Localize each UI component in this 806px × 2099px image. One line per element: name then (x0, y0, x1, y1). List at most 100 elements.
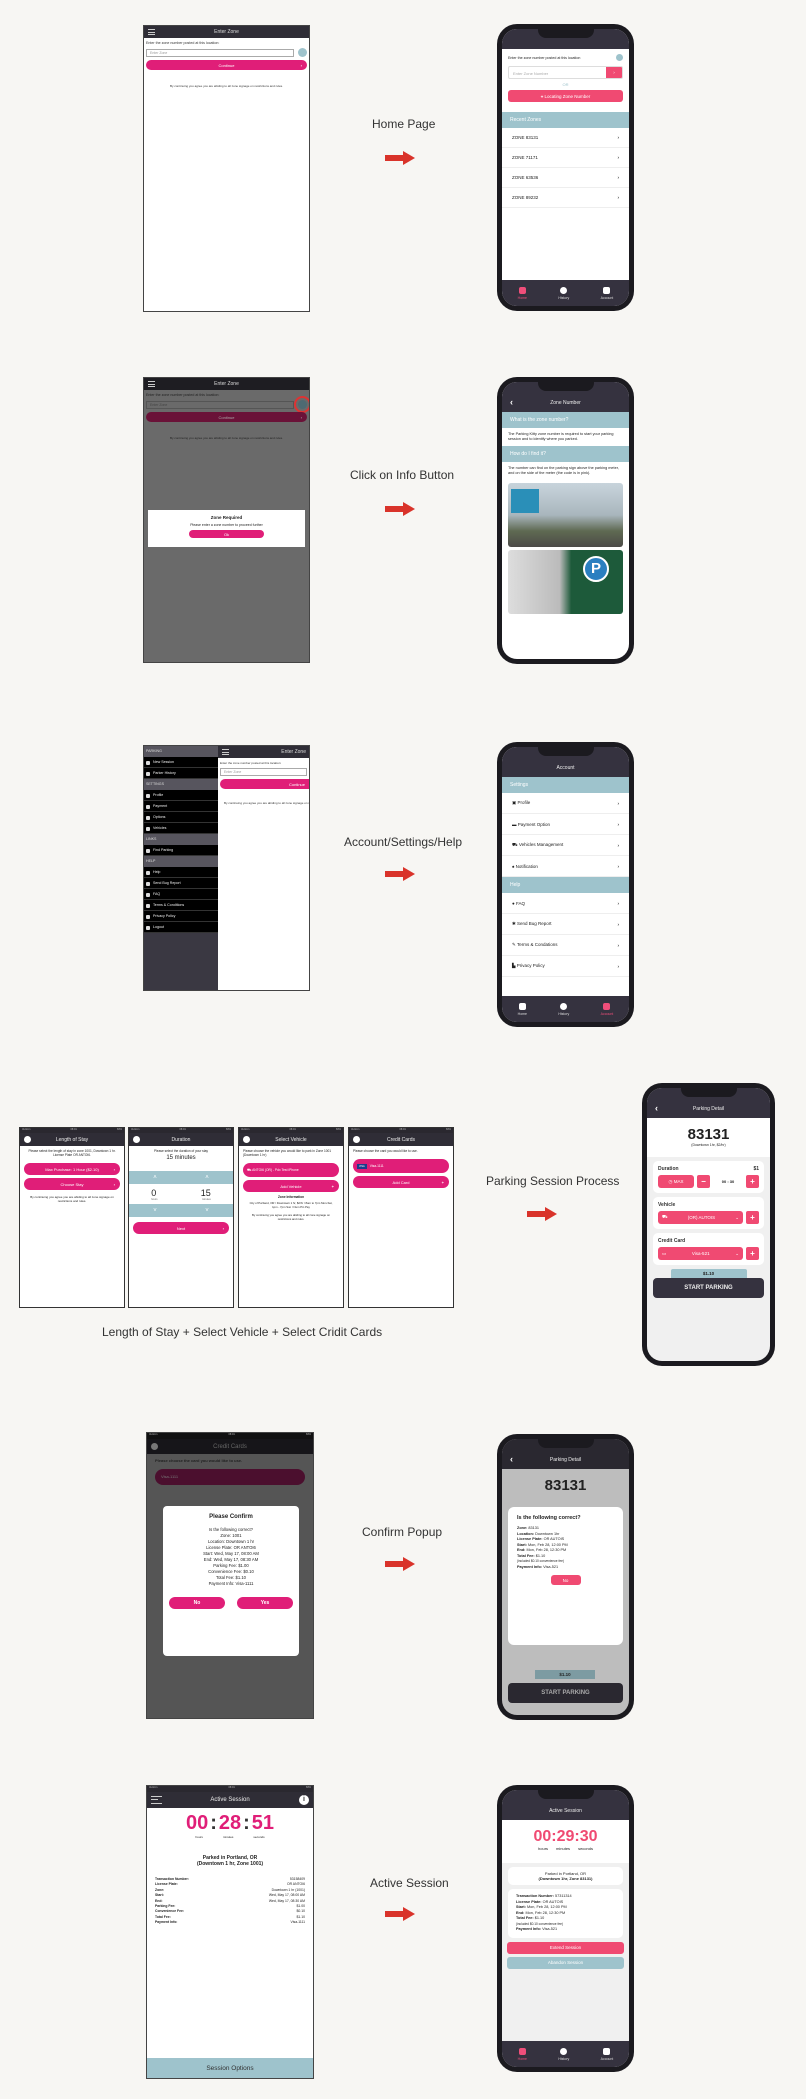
tab-history[interactable]: History (558, 2047, 569, 2061)
drawer-item[interactable]: Privacy Policy (144, 911, 218, 922)
vehicle-select[interactable]: ⛟ (OR) AUTOIS ⌄ (658, 1211, 743, 1224)
back-icon[interactable]: ‹ (655, 1103, 658, 1113)
max-button[interactable]: ◷ MAX (658, 1175, 694, 1188)
tab-label: Account (600, 1011, 614, 1016)
back-icon[interactable] (24, 1136, 31, 1143)
max-purchase-button[interactable]: Max Purchase: 1 Hour ($2.10) › (24, 1163, 120, 1175)
submit-zone-button[interactable]: › (606, 67, 622, 78)
start-parking-button[interactable]: START PARKING (508, 1683, 623, 1703)
tab-account[interactable]: Account (601, 286, 613, 300)
card-select[interactable]: ▭ Visa-521 ⌄ (658, 1247, 743, 1260)
tab-account[interactable]: Account (601, 2047, 613, 2061)
card-option[interactable]: Visa-1111 (155, 1469, 305, 1485)
drawer-item[interactable]: Profile (144, 790, 218, 801)
drawer-item[interactable]: Parker History (144, 768, 218, 779)
menu-icon[interactable] (222, 749, 229, 755)
back-icon[interactable] (133, 1136, 140, 1143)
session-options-button[interactable]: Session Options (147, 2058, 313, 2078)
zone-label: ZONE 63536 (512, 175, 539, 180)
info-icon[interactable] (298, 48, 307, 57)
back-icon[interactable] (151, 1443, 158, 1450)
drawer-item[interactable]: Options (144, 812, 218, 823)
no-button[interactable]: No (550, 1575, 581, 1585)
drawer-item[interactable]: Logout (144, 922, 218, 933)
tab-home[interactable]: Home (518, 2047, 527, 2061)
detail-label: License Plate: (517, 1537, 543, 1541)
drawer-item[interactable]: New Session (144, 757, 218, 768)
drawer-item[interactable]: Help (144, 867, 218, 878)
tab-home[interactable]: Home (518, 1002, 527, 1016)
duration-time: 00 : 30 (721, 1179, 735, 1184)
menu-icon[interactable] (148, 29, 155, 35)
ok-button[interactable]: Ok (189, 530, 264, 538)
next-button[interactable]: Next › (133, 1222, 229, 1234)
screen-title: Zone Number (550, 400, 581, 406)
drawer-item[interactable]: Vehicles (144, 823, 218, 834)
minutes-up-button[interactable]: ˄ (205, 1175, 209, 1181)
menu-icon[interactable] (151, 1796, 162, 1804)
continue-button[interactable]: Continue (220, 779, 309, 789)
add-card-button[interactable]: + (746, 1247, 759, 1260)
info-icon[interactable] (294, 396, 309, 413)
account-item-privacy[interactable]: ▙ Privacy Policy › (502, 956, 629, 977)
recent-zone-item[interactable]: ZONE 89232 › (502, 188, 629, 208)
add-vehicle-button[interactable]: + (746, 1211, 759, 1224)
recent-zone-item[interactable]: ZONE 63536 › (502, 168, 629, 188)
hours-down-button[interactable]: ˅ (153, 1208, 157, 1214)
choose-stay-button[interactable]: Choose Stay › (24, 1178, 120, 1190)
info-icon[interactable] (616, 54, 623, 61)
drawer-item[interactable]: Terms & Conditions (144, 900, 218, 911)
account-item-vehicles[interactable]: ⛟ Vehicles Management › (502, 835, 629, 856)
zone-input[interactable]: Enter Zone (220, 768, 307, 776)
screen-title: Active Session (210, 1797, 250, 1803)
back-icon[interactable]: ‹ (510, 1454, 513, 1464)
detail-label: Payment Info: (517, 1564, 543, 1569)
abandon-session-button[interactable]: Abandon Session (507, 1956, 624, 1969)
detail-value: Mon, Feb 28, 12:30 PM (525, 1910, 566, 1915)
back-icon[interactable]: ‹ (510, 397, 513, 407)
account-item-bug-report[interactable]: ✱ Send Bug Report › (502, 914, 629, 935)
tab-history[interactable]: History (558, 286, 569, 300)
minus-button[interactable]: − (697, 1175, 710, 1188)
plus-button[interactable]: + (746, 1175, 759, 1188)
tab-history[interactable]: History (558, 1002, 569, 1016)
recent-zone-item[interactable]: ZONE 83131 › (502, 128, 629, 148)
hours-up-button[interactable]: ˄ (153, 1175, 157, 1181)
account-item-payment[interactable]: ▬ Payment Option › (502, 814, 629, 835)
back-icon[interactable] (353, 1136, 360, 1143)
zone-number-input[interactable]: Enter Zone Number (509, 67, 606, 78)
credit-cards-screen: Verizon 08:01 83% Credit Cards Please choo… (348, 1127, 454, 1308)
card-option[interactable]: VISA Visa-1111 (353, 1159, 449, 1173)
tab-home[interactable]: Home (518, 286, 527, 300)
arrow-right-icon (385, 867, 415, 881)
zone-input[interactable]: Enter Zone (146, 400, 294, 409)
continue-button[interactable]: Continue › (146, 412, 307, 422)
info-icon[interactable]: i (299, 1795, 309, 1805)
zone-input[interactable]: Enter Zone (146, 48, 294, 57)
continue-button[interactable]: Continue › (146, 60, 307, 70)
back-icon[interactable] (243, 1136, 250, 1143)
account-item-profile[interactable]: ▣ Profile › (502, 793, 629, 814)
chevron-right-icon: › (617, 821, 620, 827)
screen-title: Duration (171, 1136, 191, 1143)
drawer-item[interactable]: Payment (144, 801, 218, 812)
add-vehicle-button[interactable]: Add Vehicle + (243, 1180, 339, 1192)
locate-zone-button[interactable]: ⌖ Locating Zone Number (508, 90, 623, 102)
drawer-item[interactable]: Send Bug Report (144, 878, 218, 889)
start-parking-button[interactable]: START PARKING (653, 1278, 764, 1298)
tab-account[interactable]: Account (600, 1002, 614, 1016)
drawer-item[interactable]: FAQ (144, 889, 218, 900)
add-card-button[interactable]: Add Card + (353, 1176, 449, 1188)
vehicle-option[interactable]: ⛟ ANTOI6 (OR) - Pdx Test iPhone (243, 1163, 339, 1177)
account-item-terms[interactable]: ✎ Terms & Condations › (502, 935, 629, 956)
minutes-down-button[interactable]: ˅ (205, 1208, 209, 1214)
menu-icon[interactable] (148, 381, 155, 387)
extend-session-button[interactable]: Extend Session (507, 1941, 624, 1954)
drawer-item[interactable]: Find Parking (144, 845, 218, 856)
account-item-notification[interactable]: ♠ Notification › (502, 856, 629, 877)
account-item-faq[interactable]: ● FAQ › (502, 893, 629, 914)
yes-button[interactable]: Yes (237, 1597, 293, 1609)
recent-zone-item[interactable]: ZONE 71171 › (502, 148, 629, 168)
drawer-item-icon (146, 925, 150, 930)
no-button[interactable]: No (169, 1597, 225, 1609)
